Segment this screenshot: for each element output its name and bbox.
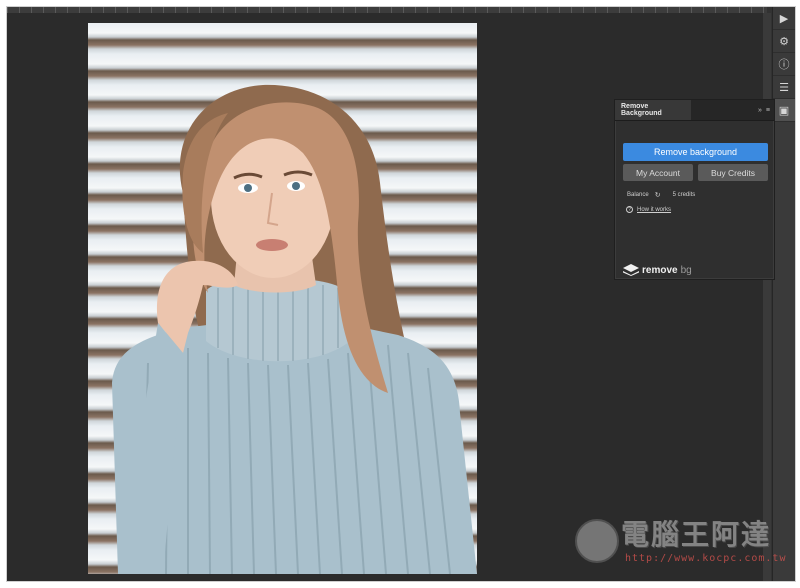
removebg-logo: remove bg [623, 264, 692, 276]
how-it-works-row: ? How it works [626, 206, 671, 213]
properties-icon[interactable]: ⚙ [773, 30, 795, 53]
expand-icon[interactable]: » [758, 107, 762, 114]
how-it-works-link[interactable]: How it works [637, 207, 671, 213]
photoshop-window: ▶ ⚙ ⓘ ☰ ▣ Remove Background » ≡ Remove b… [6, 6, 796, 582]
panel-header: Remove Background » ≡ [615, 100, 774, 121]
panel-controls: » ≡ [758, 100, 770, 120]
portrait-illustration [112, 84, 477, 574]
refresh-icon[interactable]: ↻ [655, 191, 661, 199]
credits-value: 5 credits [672, 192, 696, 198]
buy-credits-button[interactable]: Buy Credits [698, 164, 768, 181]
logo-word-remove: remove [642, 264, 678, 276]
panel-tab[interactable]: Remove Background [615, 100, 691, 120]
site-watermark: 電腦王阿達 http://www.kocpc.com.tw [569, 505, 787, 575]
plugin-icon[interactable]: ▣ [773, 99, 795, 122]
mascot-icon [575, 519, 619, 563]
removebg-logo-icon [623, 264, 639, 276]
menu-icon[interactable]: ≡ [766, 107, 770, 114]
play-icon[interactable]: ▶ [773, 7, 795, 30]
help-icon: ? [626, 206, 633, 213]
balance-row: Balance ↻ 5 credits [627, 191, 695, 199]
balance-label: Balance [627, 192, 649, 198]
logo-word-bg: bg [680, 264, 692, 276]
right-tool-strip: ▶ ⚙ ⓘ ☰ ▣ [772, 7, 795, 581]
remove-background-panel: Remove Background » ≡ Remove background … [614, 99, 775, 280]
watermark-url: http://www.kocpc.com.tw [625, 553, 787, 564]
watermark-title: 電腦王阿達 [621, 518, 772, 551]
info-icon[interactable]: ⓘ [773, 53, 795, 76]
my-account-button[interactable]: My Account [623, 164, 693, 181]
adjustments-icon[interactable]: ☰ [773, 76, 795, 99]
document-image[interactable] [88, 23, 477, 574]
remove-background-button[interactable]: Remove background [623, 143, 768, 161]
